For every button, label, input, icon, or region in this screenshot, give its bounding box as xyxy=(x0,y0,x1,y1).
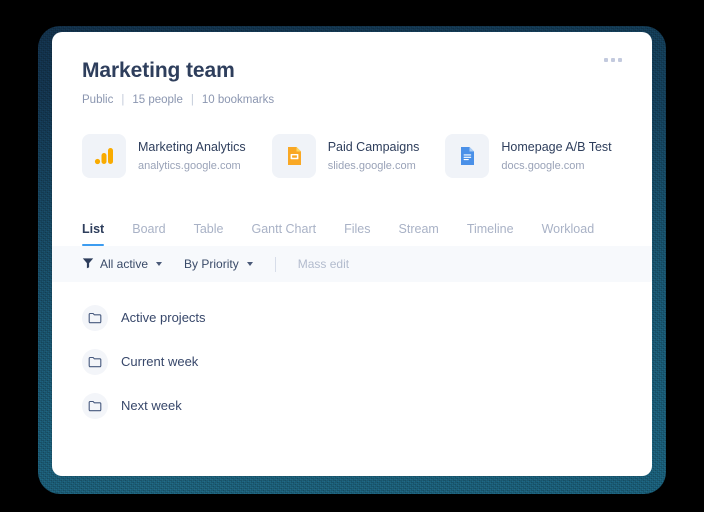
filter-bar: All active By Priority Mass edit xyxy=(52,246,652,282)
page-title: Marketing team xyxy=(82,59,235,82)
visibility-label: Public xyxy=(82,94,114,106)
tab-workload[interactable]: Workload xyxy=(542,221,595,246)
sort-filter-dropdown[interactable]: By Priority xyxy=(184,257,253,271)
google-docs-icon xyxy=(445,134,490,178)
tab-timeline[interactable]: Timeline xyxy=(467,221,514,246)
bookmarks-count: 10 bookmarks xyxy=(201,94,275,106)
status-filter-label: All active xyxy=(100,257,149,271)
folder-icon xyxy=(82,305,108,331)
list-item-label: Next week xyxy=(121,398,182,413)
toolbar-divider xyxy=(274,256,276,272)
bookmark-card[interactable]: Homepage A/B Test docs.google.com xyxy=(445,134,612,178)
status-filter-dropdown[interactable]: All active xyxy=(82,257,163,272)
folder-icon xyxy=(82,349,108,375)
dot-icon xyxy=(611,58,615,62)
tab-files[interactable]: Files xyxy=(344,221,370,246)
team-card: Marketing team Public | 15 people | 10 b… xyxy=(52,32,652,476)
card-header: Marketing team Public | 15 people | 10 b… xyxy=(52,32,652,108)
list-item[interactable]: Active projects xyxy=(82,296,622,340)
google-analytics-icon xyxy=(82,134,126,178)
tab-table[interactable]: Table xyxy=(194,221,224,246)
bookmark-url: analytics.google.com xyxy=(138,159,241,172)
list-item-label: Current week xyxy=(121,354,199,369)
chevron-down-icon xyxy=(246,262,253,266)
meta-separator: | xyxy=(121,94,125,106)
list-item[interactable]: Current week xyxy=(82,340,622,384)
bookmark-card[interactable]: Paid Campaigns slides.google.com xyxy=(271,134,420,178)
chevron-down-icon xyxy=(156,262,163,266)
view-tabs: List Board Table Gantt Chart Files Strea… xyxy=(52,214,652,246)
mass-edit-button[interactable]: Mass edit xyxy=(298,257,349,271)
bookmark-text: Paid Campaigns slides.google.com xyxy=(328,139,420,174)
project-list: Active projects Current week Next week xyxy=(52,282,652,428)
folder-icon xyxy=(82,393,108,419)
tab-gantt-chart[interactable]: Gantt Chart xyxy=(251,221,316,246)
bookmark-url: docs.google.com xyxy=(501,159,585,172)
bookmark-title: Paid Campaigns xyxy=(327,139,420,154)
dot-icon xyxy=(604,58,608,62)
bookmark-title: Marketing Analytics xyxy=(138,139,246,154)
more-options-button[interactable] xyxy=(596,46,630,74)
list-item[interactable]: Next week xyxy=(82,384,622,428)
bookmark-card[interactable]: Marketing Analytics analytics.google.com xyxy=(82,134,246,178)
team-meta: Public | 15 people | 10 bookmarks xyxy=(82,93,622,108)
bookmark-title: Homepage A/B Test xyxy=(501,139,612,154)
list-item-label: Active projects xyxy=(121,310,206,325)
tab-board[interactable]: Board xyxy=(132,221,165,246)
tab-stream[interactable]: Stream xyxy=(399,221,439,246)
bookmark-text: Marketing Analytics analytics.google.com xyxy=(138,139,246,174)
bookmark-list: Marketing Analytics analytics.google.com… xyxy=(52,108,652,178)
bookmark-text: Homepage A/B Test docs.google.com xyxy=(501,139,611,174)
filter-icon xyxy=(82,257,94,272)
bookmark-url: slides.google.com xyxy=(327,159,416,172)
dot-icon xyxy=(618,58,622,62)
sort-filter-label: By Priority xyxy=(184,257,239,271)
google-slides-icon xyxy=(271,134,316,178)
tab-list[interactable]: List xyxy=(82,221,105,246)
people-count: 15 people xyxy=(132,94,183,106)
meta-separator: | xyxy=(190,94,194,106)
